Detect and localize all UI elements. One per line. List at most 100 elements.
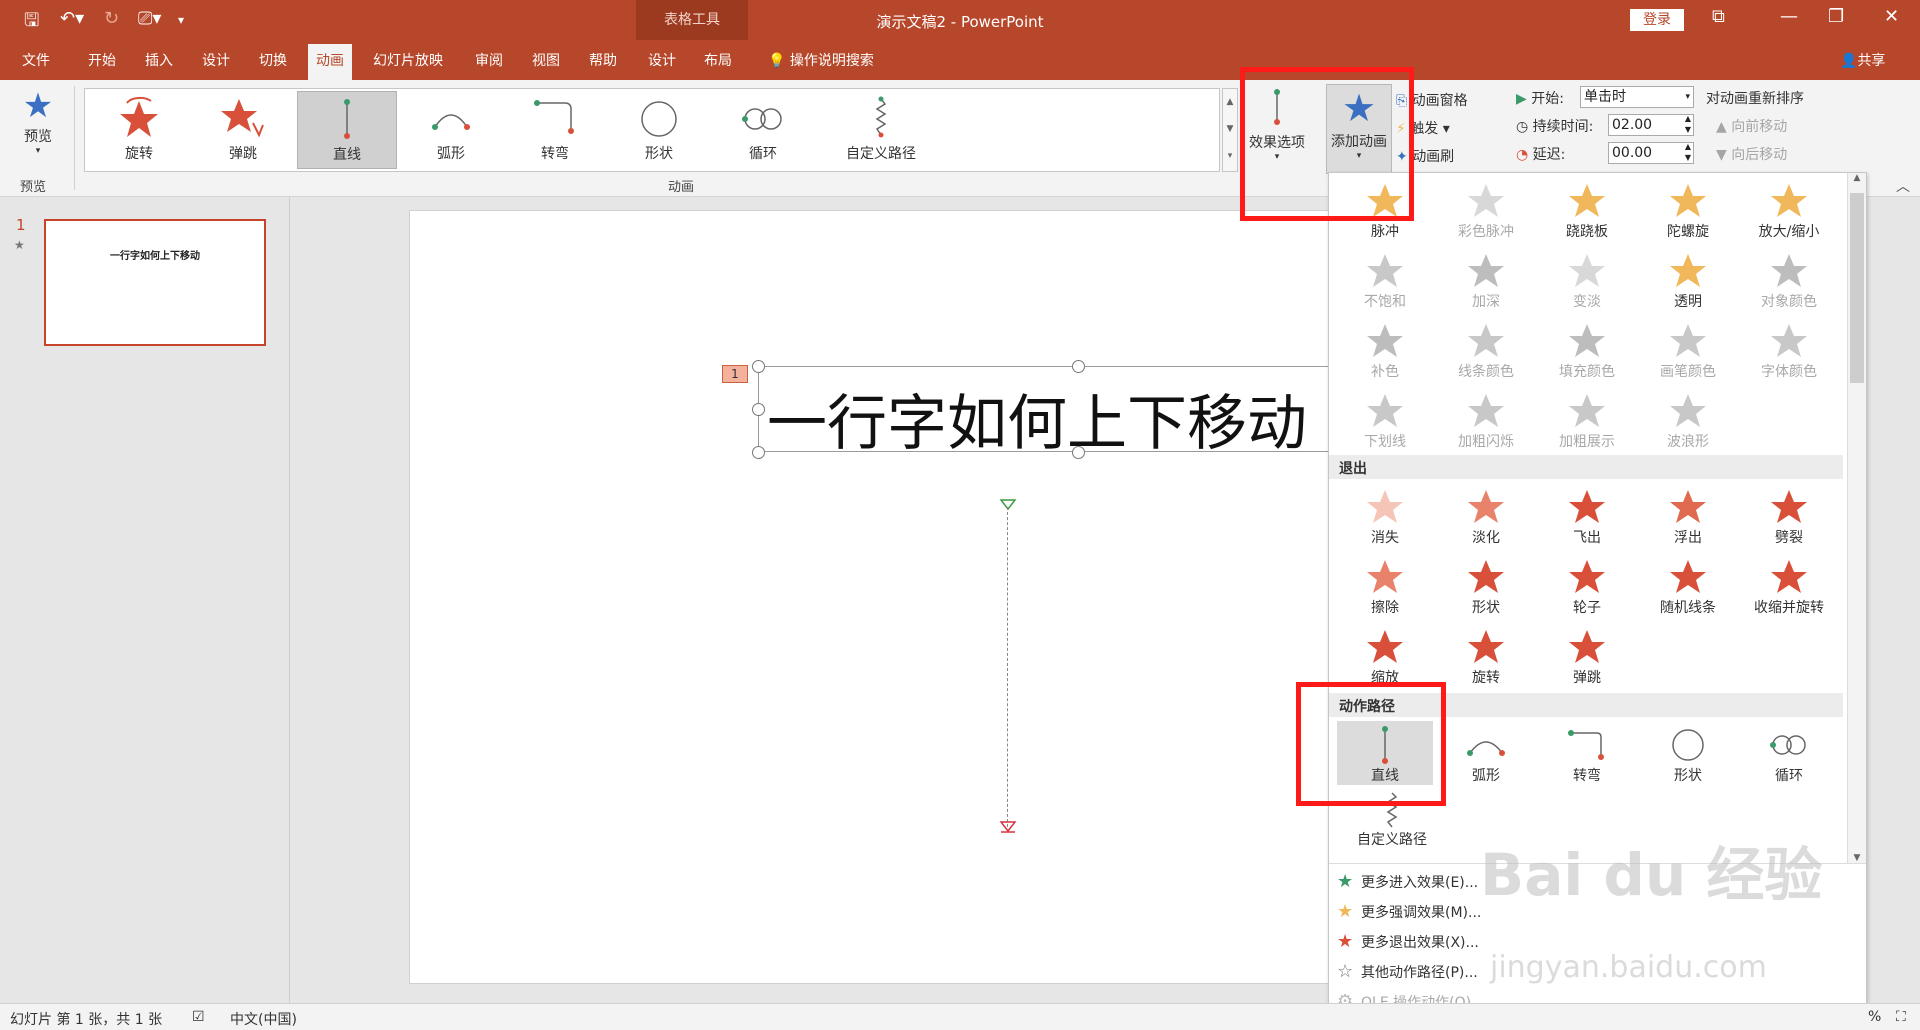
emphasis-item[interactable]: 线条颜色 <box>1438 317 1534 385</box>
more-effects-item[interactable]: ☆ 其他动作路径(P)... <box>1337 961 1478 982</box>
gallery-loop[interactable]: 循环 <box>713 91 813 169</box>
spell-check-icon[interactable]: ☑ <box>192 1009 205 1025</box>
tell-me-search[interactable]: 💡 操作说明搜索 <box>768 50 874 70</box>
tab-home[interactable]: 开始 <box>88 50 116 70</box>
scroll-down-icon[interactable]: ▼ <box>1848 853 1866 863</box>
preview-button[interactable]: ★ 预览 ▾ <box>10 86 66 156</box>
text-box[interactable]: 一行字如何上下移动 <box>758 366 1398 452</box>
emphasis-item[interactable]: 加深 <box>1438 247 1534 315</box>
login-button[interactable]: 登录 <box>1630 9 1684 31</box>
exit-item[interactable]: 浮出 <box>1640 483 1736 551</box>
emphasis-item[interactable]: 对象颜色 <box>1741 247 1837 315</box>
tab-transitions[interactable]: 切换 <box>259 50 287 70</box>
motion-path-item[interactable]: 转弯 <box>1539 721 1635 785</box>
restore-icon[interactable]: ❐ <box>1828 6 1844 27</box>
minimize-icon[interactable]: — <box>1780 6 1798 27</box>
start-select[interactable]: 单击时 ▾ <box>1580 86 1694 108</box>
delay-input[interactable]: 00.00 ▲ ▼ <box>1608 142 1694 164</box>
emphasis-item[interactable]: 变淡 <box>1539 247 1635 315</box>
more-effects-item[interactable]: ★ 更多进入效果(E)... <box>1337 871 1478 892</box>
fit-slide-icon[interactable]: ⛶ <box>1896 1009 1906 1025</box>
exit-item[interactable]: 缩放 <box>1337 623 1433 691</box>
motion-path-item[interactable]: 弧形 <box>1438 721 1534 785</box>
tab-insert[interactable]: 插入 <box>145 50 173 70</box>
emphasis-item[interactable]: 彩色脉冲 <box>1438 177 1534 245</box>
animation-order-tag[interactable]: 1 <box>722 365 748 383</box>
move-earlier-button[interactable]: ▲ 向前移动 <box>1716 116 1787 136</box>
emphasis-item[interactable]: 脉冲 <box>1337 177 1433 245</box>
scroll-thumb[interactable] <box>1850 193 1864 383</box>
ribbon-display-icon[interactable]: ⧉ <box>1712 6 1725 27</box>
motion-path-item[interactable]: 直线 <box>1337 721 1433 785</box>
motion-path-item[interactable]: 形状 <box>1640 721 1736 785</box>
path-end-icon[interactable] <box>1000 821 1016 833</box>
exit-item[interactable]: 轮子 <box>1539 553 1635 621</box>
tab-slideshow[interactable]: 幻灯片放映 <box>373 50 443 70</box>
tab-table-design[interactable]: 设计 <box>648 50 676 70</box>
exit-item[interactable]: 飞出 <box>1539 483 1635 551</box>
gallery-line[interactable]: 直线 <box>297 91 397 169</box>
tab-animations[interactable]: 动画 <box>308 44 352 80</box>
resize-handle[interactable] <box>752 403 765 416</box>
close-icon[interactable]: ✕ <box>1884 6 1899 27</box>
tab-design[interactable]: 设计 <box>202 50 230 70</box>
effect-options-button[interactable]: 效果选项 ▾ <box>1244 88 1310 162</box>
emphasis-item[interactable]: 加粗闪烁 <box>1438 387 1534 455</box>
scroll-up-icon[interactable]: ▲ <box>1848 173 1866 183</box>
emphasis-item[interactable]: 放大/缩小 <box>1741 177 1837 245</box>
tab-file[interactable]: 文件 <box>22 50 50 70</box>
emphasis-item[interactable]: 不饱和 <box>1337 247 1433 315</box>
trigger-button[interactable]: ⚡ 触发 ▾ <box>1396 118 1450 138</box>
emphasis-item[interactable]: 陀螺旋 <box>1640 177 1736 245</box>
gallery-bounce[interactable]: 弹跳 <box>193 91 293 169</box>
tab-review[interactable]: 审阅 <box>475 50 503 70</box>
emphasis-item[interactable]: 画笔颜色 <box>1640 317 1736 385</box>
delay-spinner[interactable]: ▲ ▼ <box>1685 141 1691 163</box>
gallery-shape[interactable]: 形状 <box>609 91 709 169</box>
emphasis-item[interactable]: 透明 <box>1640 247 1736 315</box>
tab-help[interactable]: 帮助 <box>589 50 617 70</box>
slide-thumbnail[interactable]: 一行字如何上下移动 <box>44 219 266 346</box>
move-later-button[interactable]: ▼ 向后移动 <box>1716 144 1787 164</box>
duration-spinner[interactable]: ▲ ▼ <box>1685 113 1691 135</box>
resize-handle[interactable] <box>1072 446 1085 459</box>
exit-item[interactable]: 劈裂 <box>1741 483 1837 551</box>
exit-item[interactable]: 消失 <box>1337 483 1433 551</box>
resize-handle[interactable] <box>1072 360 1085 373</box>
exit-item[interactable]: 收缩并旋转 <box>1741 553 1837 621</box>
exit-item[interactable]: 形状 <box>1438 553 1534 621</box>
emphasis-item[interactable]: 填充颜色 <box>1539 317 1635 385</box>
resize-handle[interactable] <box>752 360 765 373</box>
slide-text[interactable]: 一行字如何上下移动 <box>767 375 1307 451</box>
resize-handle[interactable] <box>752 446 765 459</box>
motion-path-item[interactable]: 循环 <box>1741 721 1837 785</box>
tab-table-layout[interactable]: 布局 <box>704 50 732 70</box>
emphasis-item[interactable]: 波浪形 <box>1640 387 1736 455</box>
tab-view[interactable]: 视图 <box>532 50 560 70</box>
gallery-custom-path[interactable]: 自定义路径 <box>817 91 945 169</box>
animation-painter-button[interactable]: ✦ 动画刷 <box>1396 146 1454 166</box>
custom-path-item[interactable]: 自定义路径 <box>1337 787 1447 855</box>
emphasis-item[interactable]: 下划线 <box>1337 387 1433 455</box>
zoom-percent[interactable]: % <box>1868 1009 1881 1025</box>
exit-item[interactable]: 淡化 <box>1438 483 1534 551</box>
exit-item[interactable]: 旋转 <box>1438 623 1534 691</box>
gallery-turn[interactable]: 转弯 <box>505 91 605 169</box>
collapse-ribbon-icon[interactable]: ︿ <box>1896 176 1910 196</box>
emphasis-item[interactable]: 加粗展示 <box>1539 387 1635 455</box>
emphasis-item[interactable]: 字体颜色 <box>1741 317 1837 385</box>
exit-item[interactable]: 弹跳 <box>1539 623 1635 691</box>
motion-path-line[interactable] <box>1007 507 1008 827</box>
dropdown-scrollbar[interactable]: ▲ ▼ <box>1847 173 1866 863</box>
gallery-scroll[interactable]: ▲ ▼ ▾ <box>1222 88 1238 172</box>
slide-canvas[interactable]: 1 一行字如何上下移动 <box>410 211 1398 983</box>
language-indicator[interactable]: 中文(中国) <box>230 1009 297 1029</box>
more-effects-item[interactable]: ★ 更多退出效果(X)... <box>1337 931 1479 952</box>
add-animation-button[interactable]: ★ 添加动画 ▾ <box>1326 84 1392 174</box>
animation-pane-button[interactable]: ⎘ 动画窗格 <box>1396 90 1468 110</box>
emphasis-item[interactable]: 跷跷板 <box>1539 177 1635 245</box>
gallery-arc[interactable]: 弧形 <box>401 91 501 169</box>
path-start-icon[interactable] <box>1000 499 1016 511</box>
more-effects-item[interactable]: ★ 更多强调效果(M)... <box>1337 901 1481 922</box>
share-button[interactable]: 👤共享 <box>1840 50 1885 70</box>
